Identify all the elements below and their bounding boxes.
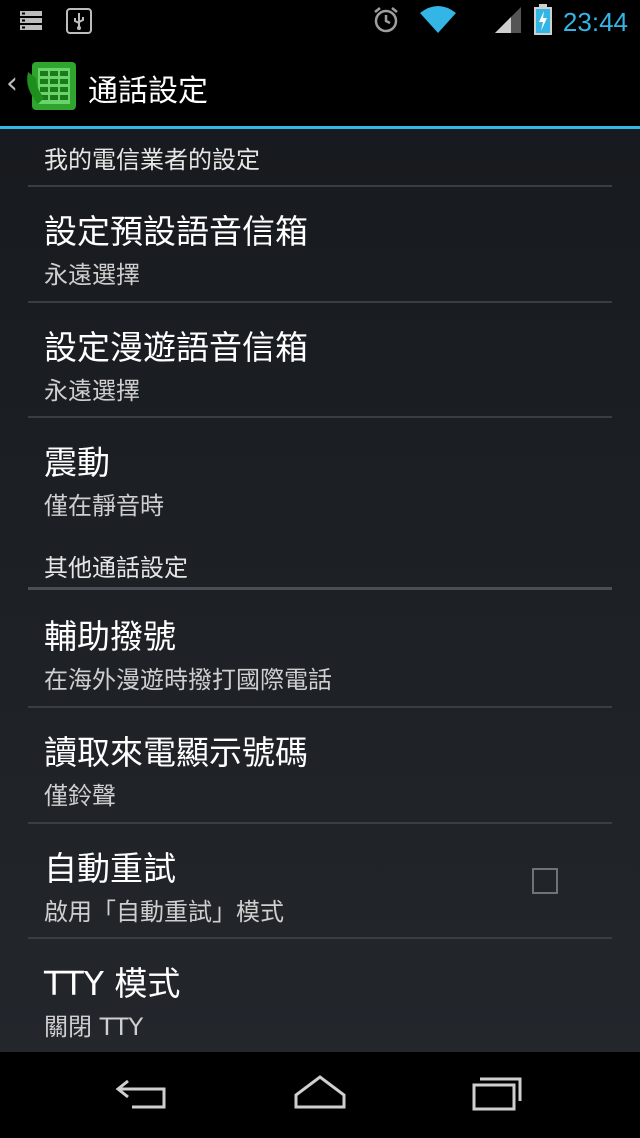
pref-tty-mode[interactable]: TTY 模式 關閉 TTY bbox=[28, 939, 612, 1052]
pref-caller-id-readout[interactable]: 讀取來電顯示號碼 僅鈴聲 bbox=[28, 708, 612, 822]
section-divider bbox=[28, 587, 612, 590]
usb-icon bbox=[66, 8, 92, 38]
pref-assisted-dialing[interactable]: 輔助撥號 在海外漫遊時撥打國際電話 bbox=[28, 592, 612, 706]
pref-summary: 永遠選擇 bbox=[44, 377, 140, 405]
back-icon bbox=[114, 1075, 170, 1115]
pref-summary: 永遠選擇 bbox=[44, 261, 140, 289]
auto-retry-checkbox[interactable] bbox=[532, 868, 558, 894]
navigation-bar bbox=[0, 1052, 640, 1138]
action-bar: ‹ 通話設定 bbox=[0, 44, 640, 126]
pref-title: 讀取來電顯示號碼 bbox=[44, 733, 308, 772]
page-title: 通話設定 bbox=[88, 74, 208, 109]
pref-title: 自動重試 bbox=[44, 849, 176, 888]
phone-settings-icon[interactable] bbox=[22, 58, 78, 114]
pref-roaming-voicemail[interactable]: 設定漫遊語音信箱 永遠選擇 bbox=[28, 303, 612, 417]
pref-summary: 關閉 TTY bbox=[44, 1013, 144, 1041]
status-bar: 23:44 bbox=[0, 0, 640, 44]
battery-charging-icon bbox=[533, 4, 553, 40]
home-icon bbox=[292, 1073, 348, 1117]
pref-vibrate[interactable]: 震動 僅在靜音時 bbox=[28, 418, 612, 532]
recent-apps-icon bbox=[470, 1073, 526, 1117]
pref-title: TTY 模式 bbox=[44, 964, 181, 1003]
pref-title: 輔助撥號 bbox=[44, 617, 176, 656]
pref-title: 震動 bbox=[44, 443, 110, 482]
settings-list[interactable]: 我的電信業者的設定 設定預設語音信箱 永遠選擇 設定漫遊語音信箱 永遠選擇 震動… bbox=[0, 129, 640, 1052]
recent-apps-button[interactable] bbox=[458, 1070, 538, 1120]
pref-summary: 僅在靜音時 bbox=[44, 492, 164, 520]
clock: 23:44 bbox=[562, 6, 628, 37]
back-button[interactable] bbox=[102, 1070, 182, 1120]
alarm-icon bbox=[371, 5, 401, 39]
pref-summary: 僅鈴聲 bbox=[44, 782, 116, 810]
pref-summary: 啟用「自動重試」模式 bbox=[44, 898, 284, 926]
pref-title: 設定預設語音信箱 bbox=[44, 212, 308, 251]
pref-summary: 在海外漫遊時撥打國際電話 bbox=[44, 666, 332, 694]
sd-card-icon bbox=[18, 8, 44, 38]
home-button[interactable] bbox=[280, 1070, 360, 1120]
signal-icon bbox=[493, 5, 523, 39]
up-chevron-icon[interactable]: ‹ bbox=[6, 66, 18, 101]
pref-auto-retry[interactable]: 自動重試 啟用「自動重試」模式 bbox=[28, 824, 612, 938]
pref-title: 設定漫遊語音信箱 bbox=[44, 328, 308, 367]
wifi-icon bbox=[419, 5, 457, 39]
pref-default-voicemail[interactable]: 設定預設語音信箱 永遠選擇 bbox=[28, 187, 612, 301]
